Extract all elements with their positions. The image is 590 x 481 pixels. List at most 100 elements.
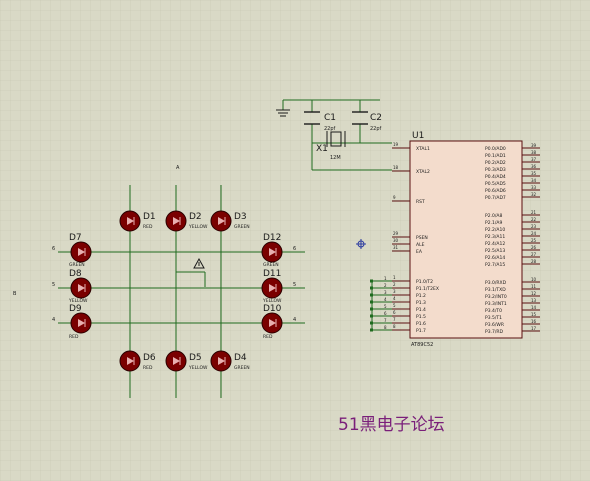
pin-number: 34 <box>531 178 537 183</box>
net-label-a: A <box>176 165 180 171</box>
pin-name: P1.0/T2 <box>416 279 433 285</box>
pin-number: 15 <box>531 312 537 317</box>
pin-name: P1.6 <box>416 321 426 327</box>
pin-number: 13 <box>531 298 537 303</box>
pin-name: P0.2/AD2 <box>485 160 506 166</box>
pin-number: 35 <box>531 171 537 176</box>
mcu-part: AT89C52 <box>411 342 433 348</box>
pin-name: XTAL1 <box>416 146 430 152</box>
pin-name: P2.0/A8 <box>485 213 502 219</box>
net-label-east-6: 6 <box>293 246 296 252</box>
net-label-west-4: 4 <box>52 317 55 323</box>
c2-value: 22pf <box>370 126 382 132</box>
c2-ref: C2 <box>370 113 382 123</box>
led-ref: D2 <box>189 212 202 222</box>
led-ref: D8 <box>69 269 82 279</box>
pin-name: PSEN <box>416 235 428 241</box>
led-color-label: RED <box>263 334 273 340</box>
pin-name: P0.5/AD5 <box>485 181 506 187</box>
pin-name: P3.5/T1 <box>485 315 502 321</box>
pin-name: P0.3/AD3 <box>485 167 506 173</box>
mcu-ref: U1 <box>412 131 424 141</box>
pin-name: P0.1/AD1 <box>485 153 506 159</box>
pin-name: P1.4 <box>416 307 426 313</box>
led-d11[interactable]: D11YELLOW <box>261 269 283 304</box>
c1-ref: C1 <box>324 113 336 123</box>
pin-name: P0.0/AD0 <box>485 146 506 152</box>
watermark-text: 51黑电子论坛 <box>338 415 445 435</box>
x1-value: 12M <box>330 155 341 161</box>
pin-number: 11 <box>531 284 537 289</box>
led-ref: D7 <box>69 233 82 243</box>
led-color-label: GREEN <box>69 262 85 268</box>
led-color-label: YELLOW <box>188 224 208 230</box>
x1-ref: X1 <box>316 144 328 154</box>
pin-name: P2.5/A13 <box>485 248 505 254</box>
net-label-east-4: 4 <box>293 317 296 323</box>
led-ref: D11 <box>263 269 281 279</box>
pin-number: 12 <box>531 291 537 296</box>
c1-value: 22pf <box>324 126 336 132</box>
led-ref: D12 <box>263 233 281 243</box>
pin-name: P2.1/A9 <box>485 220 502 226</box>
pin-number: 32 <box>531 192 537 197</box>
led-color-label: RED <box>143 365 153 371</box>
led-ref: D3 <box>234 212 247 222</box>
pin-name: P3.1/TXD <box>485 287 506 293</box>
led-color-label: RED <box>69 334 79 340</box>
pin-name: P3.7/RD <box>485 329 504 335</box>
pin-number: 33 <box>531 185 537 190</box>
margin-mark: B <box>13 291 17 297</box>
pin-number: 23 <box>531 224 537 229</box>
pin-name: P1.7 <box>416 328 426 334</box>
pin-name: P0.6/AD6 <box>485 188 506 194</box>
pin-number: 27 <box>531 252 537 257</box>
pin-number: 22 <box>531 217 537 222</box>
pin-name: P0.7/AD7 <box>485 195 506 201</box>
led-ref: D5 <box>189 353 202 363</box>
pin-name: EA <box>416 249 423 255</box>
pin-number: 28 <box>531 259 537 264</box>
pin-name: RST <box>416 199 425 205</box>
net-label-west-5: 5 <box>52 282 55 288</box>
pin-name: P2.3/A11 <box>485 234 505 240</box>
pin-number: 38 <box>531 150 537 155</box>
pin-number: 39 <box>531 143 537 148</box>
pin-number: 18 <box>393 165 399 170</box>
pin-name: P3.0/RXD <box>485 280 507 286</box>
led-color-label: GREEN <box>263 262 279 268</box>
pin-name: P3.2/INT0 <box>485 294 507 300</box>
net-label-east-5: 5 <box>293 282 296 288</box>
led-ref: D6 <box>143 353 156 363</box>
pin-number: 10 <box>531 277 537 282</box>
led-ref: D4 <box>234 353 247 363</box>
circuit-diagram: C1 22pf C2 22pf X1 12M U1 AT89C52 19 XTAL… <box>0 0 590 481</box>
pin-name: P0.4/AD4 <box>485 174 506 180</box>
pin-name: P1.5 <box>416 314 426 320</box>
pin-name: P2.7/A15 <box>485 262 505 268</box>
pin-number: 17 <box>531 326 537 331</box>
led-color-label: GREEN <box>234 224 250 230</box>
pin-name: P3.3/INT1 <box>485 301 507 307</box>
pin-number: 29 <box>393 231 399 236</box>
pin-name: P2.2/A10 <box>485 227 505 233</box>
pin-number: 21 <box>531 210 537 215</box>
led-ref: D9 <box>69 304 82 314</box>
pin-name: XTAL2 <box>416 169 430 175</box>
led-color-label: GREEN <box>234 365 250 371</box>
schematic-canvas[interactable]: { "watermark": "51黑电子论坛", "colors": {"ba… <box>0 0 590 481</box>
pin-name: P2.6/A14 <box>485 255 505 261</box>
pin-number: 16 <box>531 319 537 324</box>
pin-name: P1.3 <box>416 300 426 306</box>
led-color-label: YELLOW <box>188 365 208 371</box>
pin-name: ALE <box>416 242 425 248</box>
led-ref: D1 <box>143 212 156 222</box>
pin-number: 25 <box>531 238 537 243</box>
pin-number: 24 <box>531 231 537 236</box>
pin-name: P2.4/A12 <box>485 241 505 247</box>
pin-name: P1.1/T2EX <box>416 286 439 292</box>
pin-number: 19 <box>393 142 399 147</box>
pin-name: P3.4/T0 <box>485 308 502 314</box>
net-label-west-6: 6 <box>52 246 55 252</box>
pin-name: P1.2 <box>416 293 426 299</box>
